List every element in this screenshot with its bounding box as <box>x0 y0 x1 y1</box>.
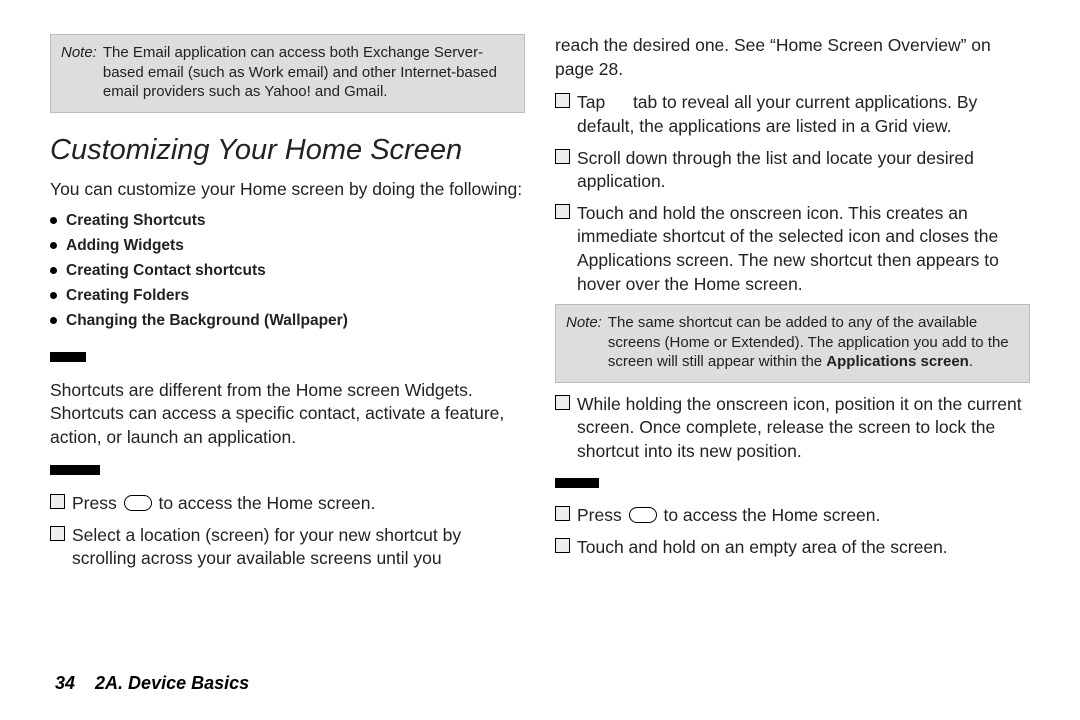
note-text: The same shortcut can be added to any of… <box>608 313 1019 372</box>
step-marker-icon <box>555 538 570 553</box>
subheading-chip-shortcuts <box>50 352 86 362</box>
page-footer: 34 2A. Device Basics <box>55 673 249 694</box>
step-marker-icon <box>555 506 570 521</box>
step-text: Select a location (screen) for your new … <box>72 524 525 571</box>
step-marker-icon <box>50 526 65 541</box>
step-row: Touch and hold on an empty area of the s… <box>555 536 1030 560</box>
note-box-email: Note: The Email application can access b… <box>50 34 525 113</box>
intro-paragraph: You can customize your Home screen by do… <box>50 178 525 202</box>
section-heading: Customizing Your Home Screen <box>50 131 525 170</box>
step-marker-icon <box>555 93 570 108</box>
feature-item: Creating Shortcuts <box>48 211 525 232</box>
page-number: 34 <box>55 673 75 693</box>
home-key-icon <box>629 507 657 523</box>
note-box-shortcut: Note: The same shortcut can be added to … <box>555 304 1030 383</box>
step-row: Tap tab to reveal all your current appli… <box>555 91 1030 138</box>
right-column: reach the desired one. See “Home Screen … <box>555 34 1030 579</box>
step-text: Press to access the Home screen. <box>577 504 1030 528</box>
feature-item: Changing the Background (Wallpaper) <box>48 311 525 332</box>
step-row: Select a location (screen) for your new … <box>50 524 525 571</box>
chapter-title: 2A. Device Basics <box>95 673 249 693</box>
note-label: Note: <box>566 313 608 372</box>
step-text: Touch and hold on an empty area of the s… <box>577 536 1030 560</box>
subheading-chip-method1 <box>50 465 100 475</box>
left-column: Note: The Email application can access b… <box>50 34 525 579</box>
step-text: Tap tab to reveal all your current appli… <box>577 91 1030 138</box>
step-row: Touch and hold the onscreen icon. This c… <box>555 202 1030 297</box>
feature-item: Creating Contact shortcuts <box>48 261 525 282</box>
step-text: Touch and hold the onscreen icon. This c… <box>577 202 1030 297</box>
feature-item: Adding Widgets <box>48 236 525 257</box>
step-row: Press to access the Home screen. <box>555 504 1030 528</box>
step-text: Press to access the Home screen. <box>72 492 525 516</box>
step-marker-icon <box>50 494 65 509</box>
step-marker-icon <box>555 204 570 219</box>
shortcuts-paragraph: Shortcuts are different from the Home sc… <box>50 379 525 450</box>
step-marker-icon <box>555 395 570 410</box>
subheading-chip-method2 <box>555 478 599 488</box>
step-row: Press to access the Home screen. <box>50 492 525 516</box>
continuation-paragraph: reach the desired one. See “Home Screen … <box>555 34 1030 81</box>
note-label: Note: <box>61 43 103 102</box>
step-marker-icon <box>555 149 570 164</box>
note-text: The Email application can access both Ex… <box>103 43 514 102</box>
feature-item: Creating Folders <box>48 286 525 307</box>
feature-list: Creating Shortcuts Adding Widgets Creati… <box>48 211 525 332</box>
step-text: While holding the onscreen icon, positio… <box>577 393 1030 464</box>
step-row: While holding the onscreen icon, positio… <box>555 393 1030 464</box>
step-text: Scroll down through the list and locate … <box>577 147 1030 194</box>
step-row: Scroll down through the list and locate … <box>555 147 1030 194</box>
home-key-icon <box>124 495 152 511</box>
